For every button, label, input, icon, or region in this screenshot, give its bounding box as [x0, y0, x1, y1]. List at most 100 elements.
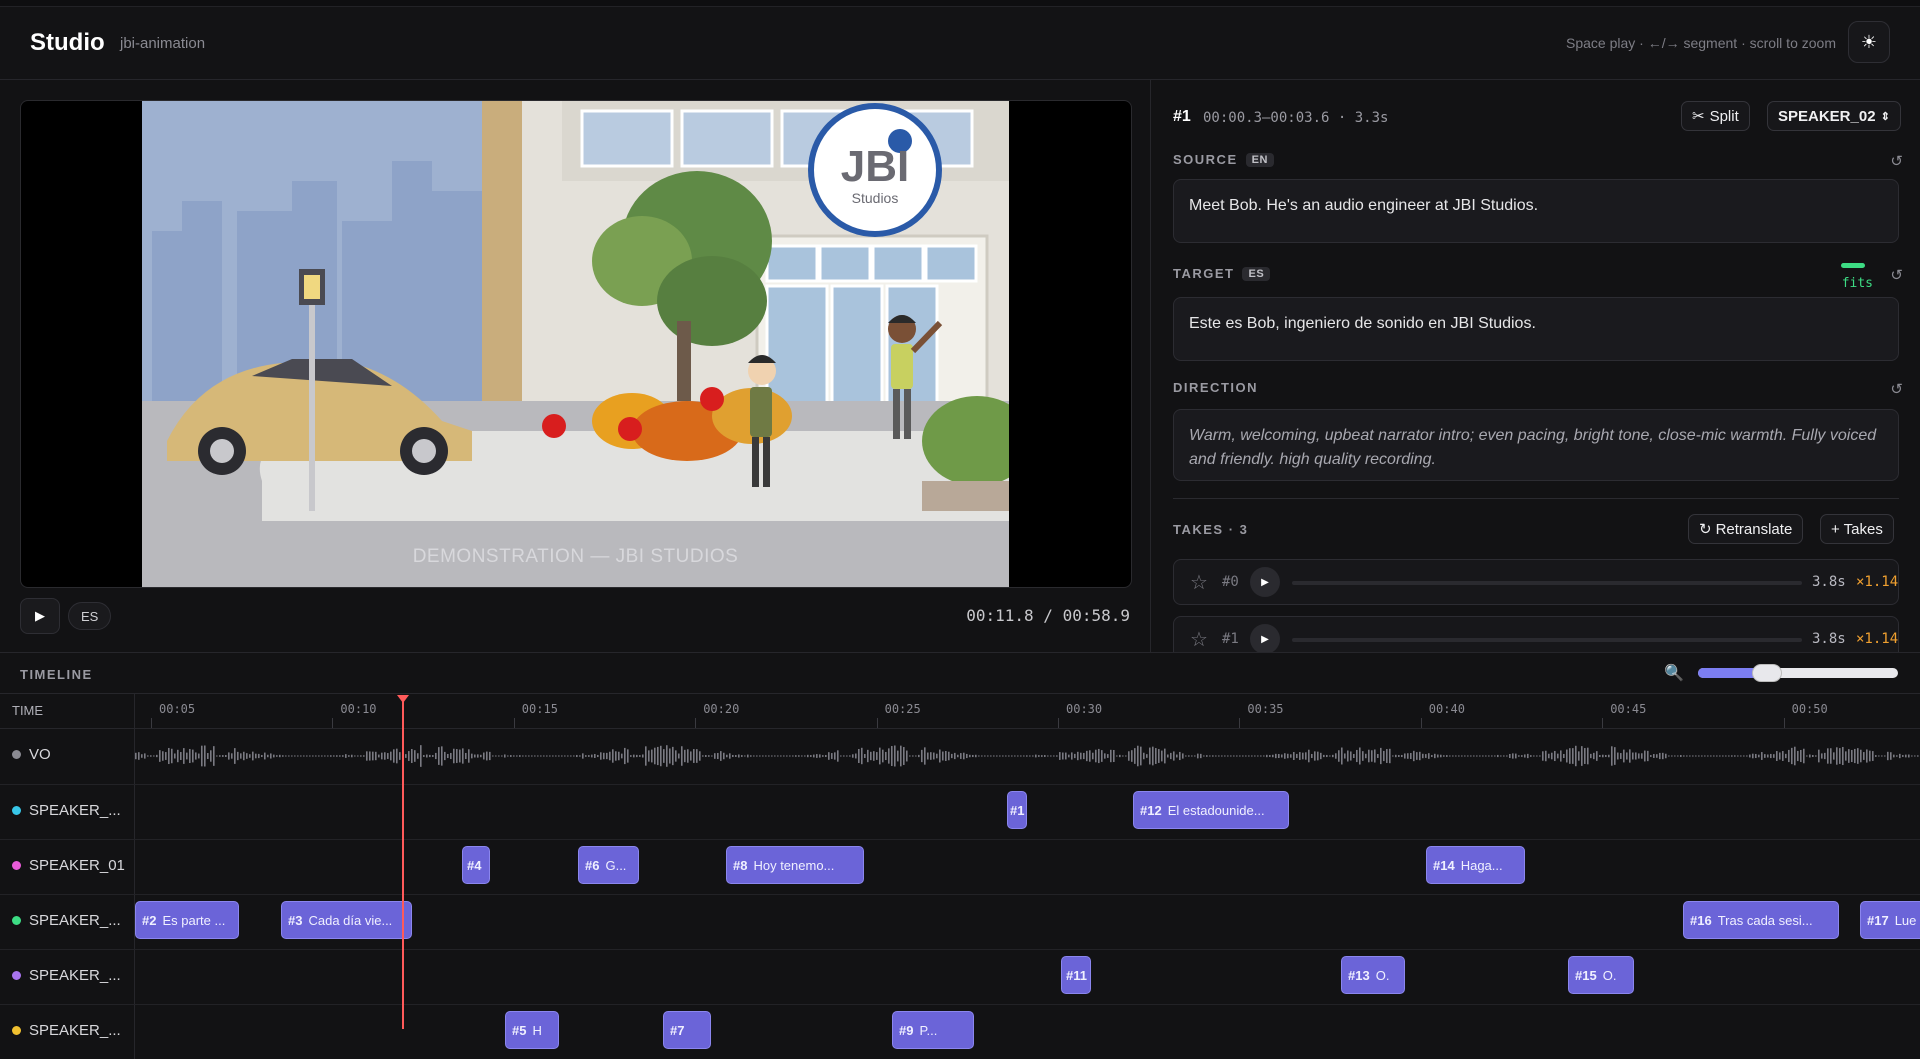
waveform-bar — [879, 747, 881, 765]
waveform-bar — [675, 750, 677, 762]
timeline-segment[interactable]: #9 P... — [892, 1011, 974, 1049]
add-takes-button[interactable]: + Takes — [1820, 514, 1894, 544]
target-text-field[interactable]: Este es Bob, ingeniero de sonido en JBI … — [1173, 297, 1899, 361]
play-button[interactable]: ▶ — [20, 598, 60, 634]
waveform-bar — [387, 753, 389, 759]
timeline-segment[interactable]: #17 Lue — [1860, 901, 1920, 939]
waveform-bar — [468, 749, 470, 763]
waveform-bar — [1350, 751, 1352, 761]
waveform-bar — [1260, 755, 1262, 757]
waveform-bar — [1080, 752, 1082, 760]
waveform-bar — [1446, 755, 1448, 757]
star-icon[interactable]: ☆ — [1190, 570, 1208, 595]
timeline-segment[interactable]: #5 H — [505, 1011, 559, 1049]
track-label: VO — [12, 746, 51, 763]
timeline-segment[interactable]: #13 O. — [1341, 956, 1405, 994]
take-play-button[interactable]: ▶ — [1250, 567, 1280, 597]
waveform-bar — [954, 752, 956, 760]
timeline-segment[interactable]: #6 G... — [578, 846, 639, 884]
take-row[interactable]: ☆ #0 ▶ 3.8s ×1.14 — [1173, 559, 1899, 605]
split-button[interactable]: ✂ Split — [1681, 101, 1750, 131]
take-play-button[interactable]: ▶ — [1250, 624, 1280, 652]
waveform-bar — [243, 751, 245, 761]
waveform-bar — [1695, 755, 1697, 757]
star-icon[interactable]: ☆ — [1190, 627, 1208, 652]
waveform-bar — [648, 750, 650, 762]
source-text-field[interactable]: Meet Bob. He's an audio engineer at JBI … — [1173, 179, 1899, 243]
waveform-bar — [1422, 753, 1424, 759]
take-row[interactable]: ☆ #1 ▶ 3.8s ×1.14 — [1173, 616, 1899, 652]
timeline-segment[interactable]: #7 — [663, 1011, 711, 1049]
waveform-bar — [1314, 751, 1316, 761]
source-reset-icon[interactable]: ↺ — [1890, 152, 1903, 170]
waveform-bar — [1794, 746, 1796, 766]
video-player[interactable]: JBI Studios DEMONSTRATION — JBI STUDIOS — [20, 100, 1132, 588]
waveform-bar — [999, 755, 1001, 757]
timeline-segment[interactable]: #2 Es parte ... — [135, 901, 239, 939]
direction-reset-icon[interactable]: ↺ — [1890, 380, 1903, 398]
timeline-segment[interactable]: #11 — [1061, 956, 1091, 994]
timeline-segment[interactable]: #16 Tras cada sesi... — [1683, 901, 1839, 939]
waveform-bar — [300, 755, 302, 757]
timeline-segment[interactable]: #15 O. — [1568, 956, 1634, 994]
zoom-slider-handle[interactable] — [1752, 664, 1782, 682]
waveform-bar — [357, 755, 359, 757]
language-selector[interactable]: ES — [68, 602, 112, 630]
waveform-bar — [1884, 755, 1886, 757]
waveform-bar — [1737, 755, 1739, 757]
waveform-bar — [1917, 755, 1919, 757]
waveform-bar — [1449, 755, 1451, 757]
playhead-handle[interactable] — [397, 695, 409, 703]
waveform-bar — [477, 754, 479, 758]
waveform-bar — [804, 755, 806, 757]
take-progress-track[interactable] — [1292, 581, 1802, 585]
timeline-segment[interactable]: #3 Cada día vie... — [281, 901, 412, 939]
timeline-segment[interactable]: #4 — [462, 846, 490, 884]
waveform-bar — [1866, 749, 1868, 763]
timeline-segment[interactable]: #1 — [1007, 791, 1027, 829]
timeline-segment[interactable]: #14 Haga... — [1426, 846, 1525, 884]
waveform-bar — [1293, 752, 1295, 760]
timeline-segment[interactable]: #8 Hoy tenemo... — [726, 846, 864, 884]
zoom-slider[interactable] — [1698, 664, 1898, 682]
waveform-bar — [504, 754, 506, 758]
theme-toggle-button[interactable]: ☀ — [1848, 21, 1890, 63]
waveform-bar — [1683, 755, 1685, 757]
waveform-bar — [429, 754, 431, 758]
waveform-bar — [1500, 755, 1502, 757]
waveform-bar — [1014, 755, 1016, 757]
waveform-bar — [1512, 753, 1514, 759]
waveform-bar — [708, 755, 710, 757]
direction-text-field[interactable]: Warm, welcoming, upbeat narrator intro; … — [1173, 409, 1899, 481]
playhead[interactable] — [402, 695, 404, 1029]
target-reset-icon[interactable]: ↺ — [1890, 266, 1903, 284]
waveform-bar — [1194, 755, 1196, 757]
waveform-bar — [1434, 753, 1436, 759]
waveform-bar — [264, 752, 266, 760]
waveform-bar — [915, 755, 917, 757]
waveform-bar — [1017, 755, 1019, 757]
waveform-bar — [1533, 755, 1535, 757]
cartoon-scene-illustration: JBI Studios — [142, 101, 1009, 587]
waveform-bar — [462, 748, 464, 764]
waveform-bar — [1206, 755, 1208, 757]
waveform-bar — [240, 753, 242, 759]
waveform-bar — [1725, 755, 1727, 757]
waveform-bar — [1089, 750, 1091, 762]
waveform-bar — [1605, 754, 1607, 758]
waveform-bar — [1332, 754, 1334, 758]
waveform-bar — [1032, 755, 1034, 757]
waveform-bar — [1176, 754, 1178, 758]
take-progress-track[interactable] — [1292, 638, 1802, 642]
track-color-dot — [12, 861, 21, 870]
waveform-bar — [1914, 755, 1916, 757]
waveform-bar — [180, 752, 182, 760]
waveform-bar — [474, 754, 476, 758]
waveform-bar — [600, 752, 602, 760]
waveform-bar — [1008, 755, 1010, 757]
waveform-bar — [1494, 755, 1496, 757]
timeline-segment[interactable]: #12 El estadounide... — [1133, 791, 1289, 829]
waveform-bar — [906, 750, 908, 762]
speaker-select[interactable]: SPEAKER_02 ⇕ — [1767, 101, 1901, 131]
retranslate-button[interactable]: ↻ Retranslate — [1688, 514, 1804, 544]
